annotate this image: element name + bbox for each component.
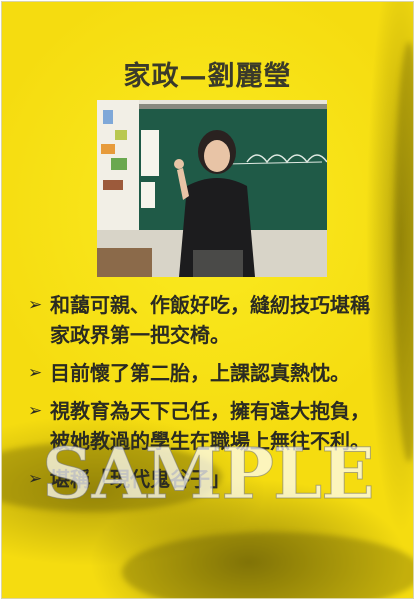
sample-watermark: SAMPLE bbox=[42, 432, 376, 516]
arrow-bullet-icon: ➢ bbox=[28, 363, 43, 383]
portrait-photo-image bbox=[97, 100, 327, 277]
arrow-bullet-icon: ➢ bbox=[28, 469, 43, 489]
list-item: ➢ 目前懷了第二胎，上課認真熱忱。 bbox=[28, 358, 378, 388]
portrait-photo bbox=[97, 100, 327, 277]
brush-stroke-decoration bbox=[394, 42, 413, 462]
poster-card: 家政—劉麗瑩 ➢ 和藹可親、作飯好吃，縫紉技巧堪稱家政界第一把交椅。 ➢ 目前懷… bbox=[1, 1, 414, 599]
brush-stroke-decoration bbox=[122, 532, 413, 598]
arrow-bullet-icon: ➢ bbox=[28, 401, 43, 421]
list-item: ➢ 和藹可親、作飯好吃，縫紉技巧堪稱家政界第一把交椅。 bbox=[28, 290, 378, 350]
poster-title: 家政—劉麗瑩 bbox=[123, 61, 292, 92]
arrow-bullet-icon: ➢ bbox=[28, 295, 43, 315]
